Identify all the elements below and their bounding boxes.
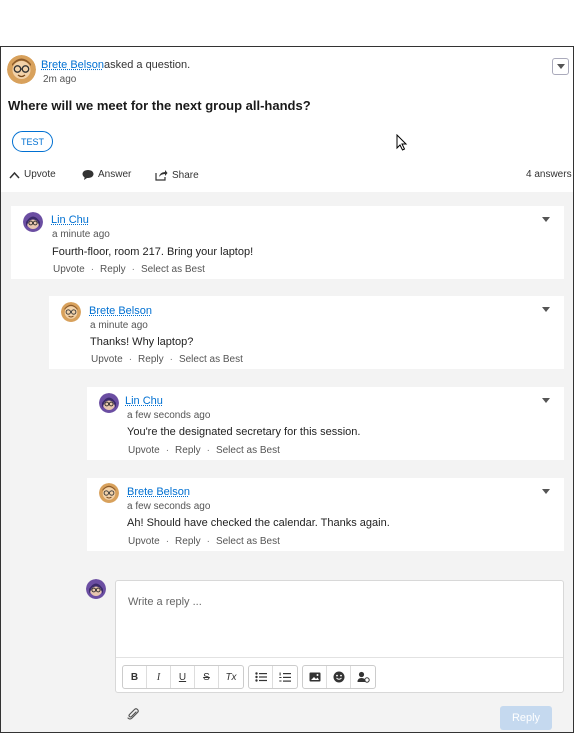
answer-text: You're the designated secretary for this…: [127, 426, 361, 438]
separator: ·: [206, 445, 210, 456]
answer-actions: Upvote · Reply · Select as Best: [128, 445, 280, 456]
answer-button[interactable]: Answer: [82, 169, 131, 180]
attach-file-button[interactable]: [127, 708, 139, 724]
upvote-link[interactable]: Upvote: [128, 445, 160, 456]
emoji-icon: [333, 671, 344, 683]
question-title: Where will we meet for the next group al…: [8, 98, 311, 113]
author-link[interactable]: Brete Belson: [41, 59, 104, 71]
answer-time[interactable]: a few seconds ago: [127, 410, 210, 421]
select-best-link[interactable]: Select as Best: [141, 264, 205, 275]
insert-image-button[interactable]: [303, 666, 327, 688]
share-button[interactable]: Share: [155, 169, 199, 181]
text-format-group: B I U S Tx: [122, 665, 244, 689]
bold-button[interactable]: B: [123, 666, 147, 688]
share-icon: [155, 170, 168, 181]
upvote-link[interactable]: Upvote: [91, 354, 123, 365]
answer-menu-icon[interactable]: [542, 489, 550, 494]
strikethrough-button[interactable]: S: [195, 666, 219, 688]
upvote-link[interactable]: Upvote: [128, 536, 160, 547]
answer-text: Thanks! Why laptop?: [90, 336, 194, 348]
reply-link[interactable]: Reply: [175, 445, 201, 456]
answer-card: Brete Belson a few seconds ago Ah! Shoul…: [87, 478, 564, 551]
editor-divider: [116, 657, 563, 658]
list-group: [248, 665, 298, 689]
answer-time[interactable]: a minute ago: [90, 320, 148, 331]
answer-label: Answer: [98, 169, 132, 180]
separator: ·: [165, 536, 170, 547]
reply-editor[interactable]: Write a reply ... B I U S Tx: [115, 580, 564, 693]
insert-group: [302, 665, 376, 689]
answer-text: Ah! Should have checked the calendar. Th…: [127, 517, 390, 529]
topic-pill[interactable]: TEST: [12, 131, 53, 152]
answer-card: Lin Chu a few seconds ago You're the des…: [87, 387, 564, 460]
answer-menu-icon[interactable]: [542, 307, 550, 312]
current-user-avatar: [86, 579, 106, 599]
author-avatar[interactable]: [7, 55, 36, 84]
question-header: Brete Belson asked a question. 2m ago Wh…: [1, 47, 573, 191]
answer-text: Fourth-floor, room 217. Bring your lapto…: [52, 246, 254, 258]
answers-count[interactable]: 4 answers: [526, 169, 572, 180]
chevron-down-icon: [556, 64, 565, 69]
insert-emoji-button[interactable]: [327, 666, 351, 688]
answer-author-link[interactable]: Lin Chu: [51, 214, 89, 226]
answer-time[interactable]: a few seconds ago: [127, 501, 210, 512]
question-feed-item: Brete Belson asked a question. 2m ago Wh…: [0, 46, 574, 733]
answer-menu-icon[interactable]: [542, 217, 550, 222]
separator: ·: [169, 354, 173, 365]
reply-link[interactable]: Reply: [175, 536, 201, 547]
upvote-label: Upvote: [24, 169, 56, 180]
select-best-link[interactable]: Select as Best: [216, 536, 280, 547]
comment-icon: [82, 170, 94, 180]
question-time[interactable]: 2m ago: [43, 74, 76, 85]
italic-button[interactable]: I: [147, 666, 171, 688]
question-menu-button[interactable]: [552, 58, 569, 75]
answer-menu-icon[interactable]: [542, 398, 550, 403]
paperclip-icon: [127, 708, 139, 720]
separator: ·: [131, 264, 135, 275]
upvote-link[interactable]: Upvote: [53, 264, 85, 275]
separator: ·: [128, 354, 133, 365]
avatar[interactable]: [99, 393, 119, 413]
numbered-list-icon: [279, 672, 291, 682]
reply-input[interactable]: Write a reply ...: [128, 596, 202, 608]
underline-button[interactable]: U: [171, 666, 195, 688]
answer-actions: Upvote · Reply · Select as Best: [91, 354, 243, 365]
separator: ·: [90, 264, 95, 275]
mouse-cursor-icon: [396, 134, 408, 151]
editor-toolbar: B I U S Tx: [122, 665, 376, 689]
avatar[interactable]: [23, 212, 43, 232]
mention-user-icon: [357, 671, 370, 683]
bulleted-list-button[interactable]: [249, 666, 273, 688]
select-best-link[interactable]: Select as Best: [179, 354, 243, 365]
author-action: asked a question.: [103, 59, 191, 71]
mention-button[interactable]: [351, 666, 375, 688]
avatar[interactable]: [61, 302, 81, 322]
clear-format-button[interactable]: Tx: [219, 666, 243, 688]
share-label: Share: [172, 169, 199, 181]
chevron-up-icon: [9, 171, 20, 179]
reply-link[interactable]: Reply: [138, 354, 164, 365]
avatar[interactable]: [99, 483, 119, 503]
answer-author-link[interactable]: Lin Chu: [125, 395, 163, 407]
separator: ·: [165, 445, 170, 456]
reply-submit-button[interactable]: Reply: [500, 706, 552, 730]
answer-time[interactable]: a minute ago: [52, 229, 110, 240]
answer-author-link[interactable]: Brete Belson: [89, 305, 152, 317]
upvote-button[interactable]: Upvote: [9, 169, 56, 180]
author-line: Brete Belson asked a question.: [41, 59, 190, 71]
separator: ·: [206, 536, 210, 547]
bullet-list-icon: [254, 672, 267, 682]
select-best-link[interactable]: Select as Best: [216, 445, 280, 456]
question-actions: Upvote Answer Share 4 answers: [1, 167, 573, 189]
answer-actions: Upvote · Reply · Select as Best: [53, 264, 205, 275]
reply-link[interactable]: Reply: [100, 264, 126, 275]
answer-card: Lin Chu a minute ago Fourth-floor, room …: [11, 206, 564, 279]
answer-card: Brete Belson a minute ago Thanks! Why la…: [49, 296, 564, 369]
answer-actions: Upvote · Reply · Select as Best: [128, 536, 280, 547]
numbered-list-button[interactable]: [273, 666, 297, 688]
image-icon: [309, 672, 320, 682]
answer-author-link[interactable]: Brete Belson: [127, 486, 190, 498]
